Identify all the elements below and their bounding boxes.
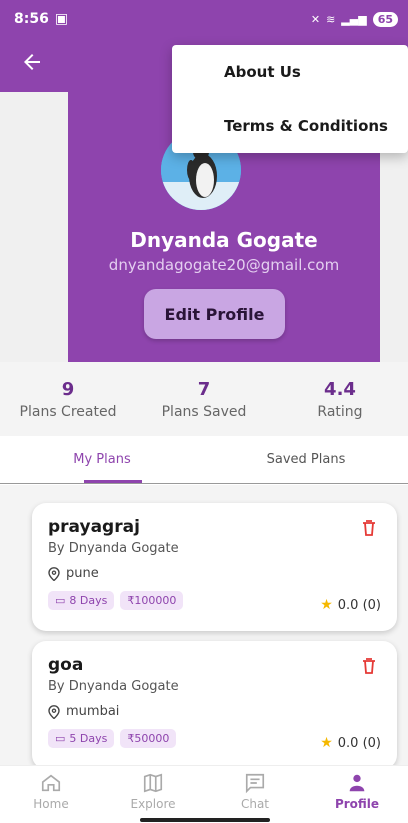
stats-row: 9 Plans Created 7 Plans Saved 4.4 Rating [0,362,408,436]
calendar-icon: ▭ [55,732,66,745]
delete-icon[interactable] [361,519,377,537]
edit-profile-button[interactable]: Edit Profile [144,289,285,339]
days-tag: ▭ 8 Days [48,591,115,610]
stat-value: 4.4 [324,378,356,400]
plan-author: By Dnyanda Gogate [48,679,179,694]
status-left: 8:56 ▣ [14,11,68,27]
bottom-navigation: Home Explore Chat Profile [0,765,408,823]
plans-tabs: My Plans Saved Plans [0,436,408,484]
chat-icon [245,773,265,794]
stat-value: 7 [197,378,211,400]
plan-card[interactable]: prayagraj By Dnyanda Gogate pune ▭ 8 Day… [32,503,397,631]
plan-title: goa [48,655,84,675]
stat-plans-created: 9 Plans Created [0,362,136,436]
map-icon [143,773,163,793]
home-icon [41,774,61,792]
star-icon: ★ [320,597,333,613]
nav-label: Explore [130,797,176,811]
nav-label: Chat [240,797,270,811]
plans-list: prayagraj By Dnyanda Gogate pune ▭ 8 Day… [0,485,408,765]
stat-plans-saved: 7 Plans Saved [136,362,272,436]
menu-item-about-us[interactable]: About Us [172,45,408,99]
stat-label: Plans Created [19,403,117,420]
status-right: ✕ ≋ ▂▄▆ 65 [310,11,398,27]
rating-text: 0.0 (0) [337,597,381,613]
screen-record-icon: ▣ [54,11,69,27]
profile-email: dnyandagogate20@gmail.com [108,256,340,274]
stat-label: Rating [317,403,363,420]
menu-item-terms[interactable]: Terms & Conditions [172,99,408,153]
profile-icon [349,774,365,792]
stat-value: 9 [61,378,75,400]
nav-label: Home [33,797,69,811]
stat-label: Plans Saved [161,403,247,420]
signal-icon: ▂▄▆ [341,12,367,26]
nav-home[interactable]: Home [0,766,102,823]
budget-tag: ₹50000 [120,729,177,748]
tab-saved-plans[interactable]: Saved Plans [204,436,408,483]
back-arrow-icon[interactable] [20,50,50,80]
background-strip-left [0,92,68,362]
location-pin-icon [48,704,60,719]
delete-icon[interactable] [361,657,377,675]
plan-location: pune [48,566,381,581]
nav-chat[interactable]: Chat [204,766,306,823]
status-bar: 8:56 ▣ ✕ ≋ ▂▄▆ 65 [0,0,408,38]
plan-card[interactable]: goa By Dnyanda Gogate mumbai ▭ 5 Days ₹5… [32,641,397,765]
home-indicator [140,818,270,822]
overflow-menu: About Us Terms & Conditions [172,45,408,153]
plan-location-text: mumbai [66,704,120,719]
plan-location-text: pune [66,566,99,581]
days-text: 5 Days [69,732,108,745]
nav-label: Profile [334,797,380,811]
rating-text: 0.0 (0) [337,735,381,751]
wifi-icon: ≋ [326,12,336,26]
nav-profile[interactable]: Profile [306,766,408,823]
stat-rating: 4.4 Rating [272,362,408,436]
star-icon: ★ [320,735,333,751]
plan-title: prayagraj [48,517,140,537]
calendar-icon: ▭ [55,594,66,607]
tab-my-plans[interactable]: My Plans [0,436,204,483]
status-time: 8:56 [14,11,49,27]
plan-author: By Dnyanda Gogate [48,541,179,556]
days-text: 8 Days [69,594,108,607]
mute-icon: ✕ [310,12,321,26]
plan-rating: ★ 0.0 (0) [320,735,381,751]
location-pin-icon [48,566,60,581]
nav-explore[interactable]: Explore [102,766,204,823]
budget-tag: ₹100000 [120,591,184,610]
plan-rating: ★ 0.0 (0) [320,597,381,613]
plan-location: mumbai [48,704,381,719]
profile-name: Dnyanda Gogate [130,228,318,252]
days-tag: ▭ 5 Days [48,729,115,748]
battery-badge: 65 [372,11,398,27]
